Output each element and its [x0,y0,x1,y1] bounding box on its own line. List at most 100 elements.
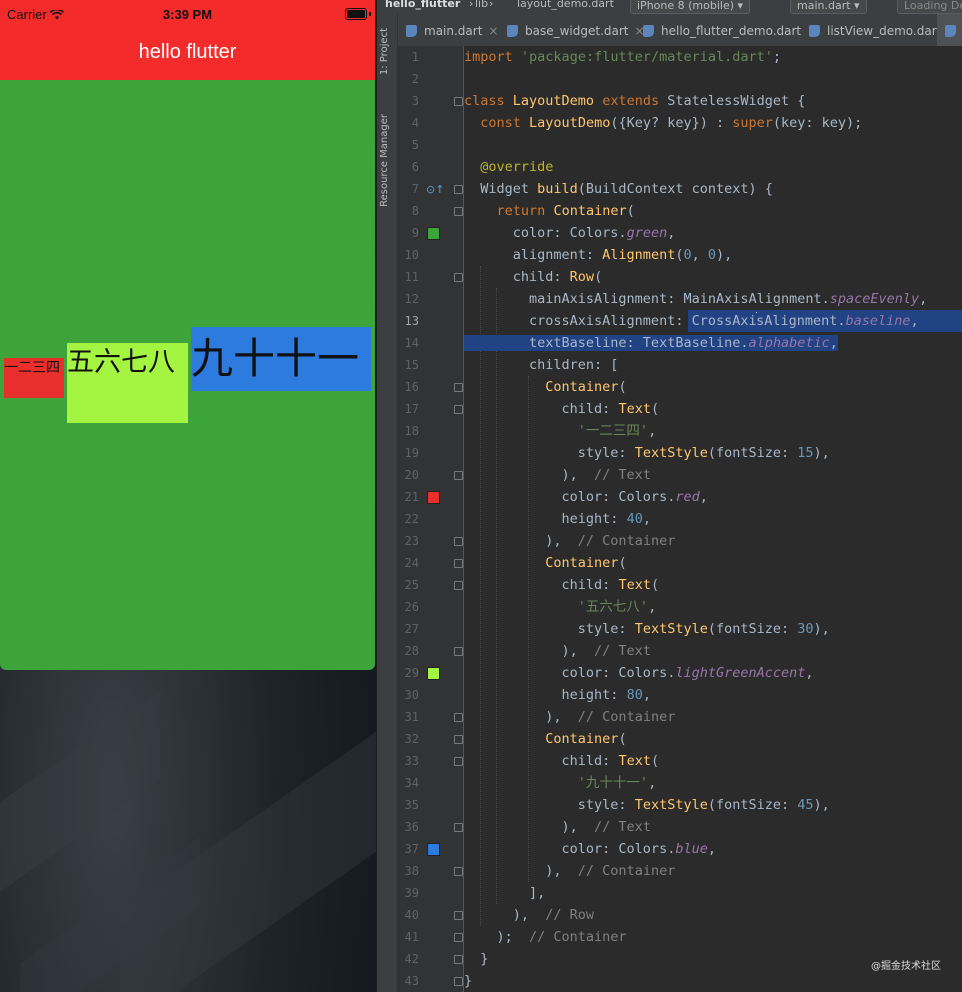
code-line[interactable]: const LayoutDemo({Key? key}) : super(key… [464,112,962,134]
fold-marker-icon[interactable] [454,405,463,414]
code-line[interactable]: child: Text( [464,750,962,772]
color-swatch-icon[interactable] [427,491,440,504]
code-line[interactable] [464,68,962,90]
code-line[interactable]: '九十十一', [464,772,962,794]
line-number: 39 [404,886,419,900]
fold-marker-icon[interactable] [454,185,463,194]
code-line[interactable]: crossAxisAlignment: CrossAxisAlignment.b… [464,310,962,332]
code-line[interactable]: style: TextStyle(fontSize: 30), [464,618,962,640]
breadcrumb-project[interactable]: hello_flutter [385,0,460,10]
color-swatch-icon[interactable] [427,667,440,680]
breadcrumb-lib[interactable]: lib [475,0,488,10]
code-line[interactable]: @override [464,156,962,178]
code-line[interactable]: style: TextStyle(fontSize: 45), [464,794,962,816]
code-line[interactable]: height: 80, [464,684,962,706]
code-line[interactable]: style: TextStyle(fontSize: 15), [464,442,962,464]
color-swatch-icon[interactable] [427,843,440,856]
code-area[interactable]: import 'package:flutter/material.dart'; c… [464,46,962,992]
fold-marker-icon[interactable] [454,867,463,876]
fold-marker-icon[interactable] [454,559,463,568]
fold-marker-icon[interactable] [454,273,463,282]
battery-icon [345,8,367,20]
fold-marker-icon[interactable] [454,383,463,392]
line-number: 25 [404,578,419,592]
code-line[interactable]: Container( [464,376,962,398]
fold-marker-icon[interactable] [454,471,463,480]
code-line[interactable]: '一二三四', [464,420,962,442]
line-number: 16 [404,380,419,394]
code-line[interactable]: color: Colors.lightGreenAccent, [464,662,962,684]
tab-layout-demo-dart[interactable] [937,14,962,46]
code-line[interactable]: color: Colors.blue, [464,838,962,860]
loading-indicator: Loading De [897,0,962,14]
fold-marker-icon[interactable] [454,911,463,920]
line-number: 32 [404,732,419,746]
row-container-light-green: 五六七八 [67,343,188,423]
fold-marker-icon[interactable] [454,823,463,832]
code-line[interactable]: ); // Container [464,926,962,948]
line-number: 1 [411,50,419,64]
code-line[interactable]: Widget build(BuildContext context) { [464,178,962,200]
code-line[interactable]: children: [ [464,354,962,376]
resource-manager-tool-button[interactable]: Resource Manager [379,114,390,207]
battery-tip [369,12,371,16]
fold-marker-icon[interactable] [454,757,463,766]
code-line[interactable]: ), // Container [464,530,962,552]
close-icon[interactable]: × [488,24,498,38]
code-line[interactable]: ), // Text [464,816,962,838]
fold-marker-icon[interactable] [454,537,463,546]
code-line[interactable]: child: Row( [464,266,962,288]
code-line[interactable]: Container( [464,552,962,574]
fold-marker-icon[interactable] [454,735,463,744]
color-swatch-icon[interactable] [427,227,440,240]
run-config-selector[interactable]: main.dart ▾ [790,0,867,14]
breadcrumb-separator: › [469,0,474,10]
code-line[interactable]: textBaseline: TextBaseline.alphabetic, [464,332,962,354]
code-line[interactable]: mainAxisAlignment: MainAxisAlignment.spa… [464,288,962,310]
code-line[interactable]: color: Colors.green, [464,222,962,244]
code-line[interactable]: ), // Container [464,706,962,728]
fold-marker-icon[interactable] [454,207,463,216]
row-text-3: 九十十一 [191,334,360,383]
dart-file-icon [507,25,518,37]
device-selector[interactable]: iPhone 8 (mobile) ▾ [630,0,751,14]
code-line[interactable]: height: 40, [464,508,962,530]
fold-marker-icon[interactable] [454,581,463,590]
code-line[interactable]: ), // Container [464,860,962,882]
code-line[interactable]: ], [464,882,962,904]
code-line[interactable]: ), // Text [464,464,962,486]
code-line[interactable]: } [464,970,962,992]
code-line[interactable]: return Container( [464,200,962,222]
line-number: 43 [404,974,419,988]
line-number: 3 [411,94,419,108]
code-line[interactable]: Container( [464,728,962,750]
project-tool-button[interactable]: 1: Project [379,28,390,75]
fold-marker-icon[interactable] [454,933,463,942]
code-line[interactable]: ), // Text [464,640,962,662]
code-line[interactable]: '五六七八', [464,596,962,618]
line-number: 28 [404,644,419,658]
line-number: 4 [411,116,419,130]
code-line[interactable]: child: Text( [464,574,962,596]
fold-marker-icon[interactable] [454,97,463,106]
tab-label: base_widget.dart [525,24,629,38]
code-line[interactable] [464,134,962,156]
code-line[interactable]: color: Colors.red, [464,486,962,508]
fold-marker-icon[interactable] [454,713,463,722]
code-line[interactable]: class LayoutDemo extends StatelessWidget… [464,90,962,112]
code-line[interactable]: ), // Row [464,904,962,926]
line-number: 33 [404,754,419,768]
code-line[interactable]: alignment: Alignment(0, 0), [464,244,962,266]
breadcrumb-file[interactable]: layout_demo.dart [517,0,614,10]
fold-marker-icon[interactable] [454,977,463,986]
line-number: 14 [404,336,419,350]
override-method-icon[interactable]: ⊙↑ [426,183,444,196]
fold-marker-icon[interactable] [454,647,463,656]
code-line[interactable]: child: Text( [464,398,962,420]
code-editor[interactable]: 1 2 3 4 5 6 7 8 9 10 11 12 13 14 15 16 17 18 19 20 21 22 23 24 2… [398,46,962,992]
fold-marker-icon[interactable] [454,955,463,964]
row-container-blue: 九十十一 [191,327,371,391]
line-number: 27 [404,622,419,636]
tab-hello-flutter-demo-dart[interactable]: hello_flutter_demo.dart× [635,14,826,46]
code-line[interactable]: import 'package:flutter/material.dart'; [464,46,962,68]
